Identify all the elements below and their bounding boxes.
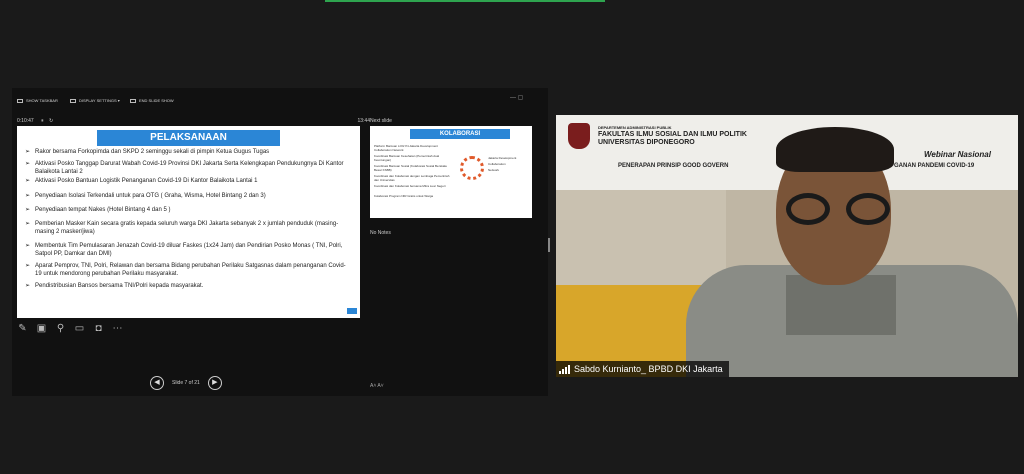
slide-bullet: ➢ Membentuk Tim Pemulasaran Jenazah Covid… <box>25 242 350 258</box>
slide-bullet: ➢ Aktivasi Posko Tanggap Darurat Wabah Co… <box>25 160 350 176</box>
bullet-arrow-icon: ➢ <box>25 243 31 249</box>
slide-bullet-text: Aktivasi Posko Tanggap Darurat Wabah Cov… <box>35 161 344 175</box>
bullet-arrow-icon: ➢ <box>25 193 31 199</box>
end-show-icon <box>130 98 136 103</box>
slide-bullet-text: Pemberian Masker Kain secara gratis kepa… <box>35 221 339 235</box>
slide-bullet-text: Penyediaan Isolasi Terkendali untuk para… <box>35 193 266 199</box>
participant-hair <box>776 127 894 172</box>
banner-faculty: FAKULTAS ILMU SOSIAL DAN ILMU POLITIK <box>598 131 747 138</box>
next-slide-bullet: Koordinasi Bantuan Kesehatan (Pemerintah… <box>374 154 440 162</box>
slide-bullet: ➢ Pemberian Masker Kain secara gratis kep… <box>25 220 350 236</box>
participant-name: Sabdo Kurnianto_ BPBD DKI Jakarta <box>574 364 723 374</box>
zoom-icon[interactable]: ⚲ <box>55 323 66 334</box>
pane-splitter[interactable] <box>548 238 550 252</box>
next-slide-bullet: Koordinasi dan Kolaborasi dengan Lembaga… <box>374 174 450 182</box>
bullet-arrow-icon: ➢ <box>25 221 31 227</box>
collaboration-logo <box>460 156 484 180</box>
see-all-slides-icon[interactable]: ▣ <box>36 323 47 334</box>
slide-bullet: ➢ Aparat Pemprov, TNI, Polri, Relawan dan… <box>25 262 350 278</box>
banner-topic-left: PENERAPAN PRINSIP GOOD GOVERN <box>618 163 729 169</box>
taskbar-icon <box>17 98 23 103</box>
logo-text-3: Network <box>488 168 500 172</box>
display-settings-button[interactable]: DISPLAY SETTINGS ▾ <box>70 98 120 103</box>
monitor-icon <box>70 98 76 103</box>
slide-bullet: ➢ Aktivasi Posko Bantuan Logistik Penanga… <box>25 177 350 185</box>
show-taskbar-button[interactable]: SHOW TASKBAR <box>17 98 58 103</box>
next-slide-thumbnail[interactable]: KOLABORASI Platform Bantuan LOGYN-Jakart… <box>370 126 532 218</box>
pause-icon[interactable]: ⏸ <box>41 118 44 124</box>
clock: 13:44 <box>357 118 370 124</box>
participant-name-tag: Sabdo Kurnianto_ BPBD DKI Jakarta <box>556 361 729 377</box>
slide-bullet: ➢ Pendistribusian Bansos bersama TNI/Polr… <box>25 282 350 290</box>
notes-font-tools[interactable]: A˄ A˅ <box>370 383 384 389</box>
show-taskbar-label: SHOW TASKBAR <box>26 98 58 103</box>
bullet-arrow-icon: ➢ <box>25 263 31 269</box>
connection-signal-icon <box>559 364 570 374</box>
university-logo <box>568 123 590 149</box>
slide-title: PELAKSANAAN <box>97 130 280 146</box>
slide-bullet-text: Membentuk Tim Pemulasaran Jenazah Covid-… <box>35 243 343 257</box>
end-slide-show-button[interactable]: END SLIDE SHOW <box>130 98 174 103</box>
slide-navigation: ◀ Slide 7 of 21 ▶ <box>150 376 222 390</box>
camera-toggle-icon[interactable]: ▭ <box>74 323 85 334</box>
window-controls[interactable]: — ▢ <box>510 94 523 101</box>
banner-topic-right: GANAN PANDEMI COVID-19 <box>894 163 975 169</box>
logo-text-2: Collaboration <box>488 162 506 166</box>
participant-video: DEPARTEMEN ADMINISTRASI PUBLIK FAKULTAS … <box>556 115 1018 377</box>
elapsed-timer: 0:10:47 <box>17 118 34 124</box>
current-slide: PELAKSANAAN ➢ Rakor bersama Forkopimda da… <box>17 126 360 318</box>
next-slide-bullet: Kolaborasi Program NIR Gratis untuk Warg… <box>374 194 434 198</box>
reset-icon[interactable]: ↻ <box>49 118 53 124</box>
slide-bullet-text: Aparat Pemprov, TNI, Polri, Relawan dan … <box>35 263 346 277</box>
next-slide-title: KOLABORASI <box>410 129 510 139</box>
notes-label: No Notes <box>370 230 391 236</box>
next-slide-bullet: Koordinasi Bantuan Sosial (Kolaborasi So… <box>374 164 447 172</box>
bullet-arrow-icon: ➢ <box>25 283 31 289</box>
black-screen-icon[interactable]: ◘ <box>93 323 104 334</box>
bullet-arrow-icon: ➢ <box>25 161 31 167</box>
slide-bullet: ➢ Rakor bersama Forkopimda dan SKPD 2 sem… <box>25 148 350 156</box>
banner-university: UNIVERSITAS DIPONEGORO <box>598 139 695 146</box>
pen-icon[interactable]: ✎ <box>17 323 28 334</box>
slide-bullet: ➢ Penyediaan tempat Nakes (Hotel Bintang … <box>25 206 350 214</box>
active-speaker-bar <box>325 0 605 2</box>
next-slide-button[interactable]: ▶ <box>207 376 222 390</box>
bullet-arrow-icon: ➢ <box>25 149 31 155</box>
display-settings-label: DISPLAY SETTINGS ▾ <box>79 98 120 103</box>
slide-bullet-text: Aktivasi Posko Bantuan Logistik Penangan… <box>35 178 258 184</box>
previous-slide-button[interactable]: ◀ <box>150 376 164 390</box>
bullet-arrow-icon: ➢ <box>25 207 31 213</box>
annotation-tools: ✎ ▣ ⚲ ▭ ◘ ⋯ <box>17 323 123 337</box>
slide-bullet-text: Penyediaan tempat Nakes (Hotel Bintang 4… <box>35 207 171 213</box>
more-options-icon[interactable]: ⋯ <box>112 323 123 334</box>
slide-corner-mark <box>347 308 357 314</box>
banner-department: DEPARTEMEN ADMINISTRASI PUBLIK <box>598 125 672 130</box>
next-slide-label: Next slide <box>370 118 392 124</box>
bullet-arrow-icon: ➢ <box>25 178 31 184</box>
glasses-left-lens <box>786 193 830 225</box>
next-slide-bullet: Koordinasi dan Kolaborasi bersama Mitra … <box>374 184 446 188</box>
slide-bullet: ➢ Penyediaan Isolasi Terkendali untuk par… <box>25 192 350 200</box>
slide-counter[interactable]: Slide 7 of 21 <box>172 380 200 386</box>
timer-row: 0:10:47 ⏸ ↻ 13:44 <box>17 118 372 126</box>
glasses-right-lens <box>846 193 890 225</box>
logo-text-1: Jakarta Development <box>488 156 517 160</box>
banner-event: Webinar Nasional <box>924 150 991 159</box>
end-slide-show-label: END SLIDE SHOW <box>139 98 174 103</box>
presenter-view-window: SHOW TASKBAR DISPLAY SETTINGS ▾ END SLID… <box>12 88 550 396</box>
slide-bullet-text: Rakor bersama Forkopimda dan SKPD 2 semi… <box>35 149 270 155</box>
slide-bullet-text: Pendistribusian Bansos bersama TNI/Polri… <box>35 283 204 289</box>
next-slide-bullet: Platform Bantuan LOGYN-Jakarta Developme… <box>374 144 438 152</box>
